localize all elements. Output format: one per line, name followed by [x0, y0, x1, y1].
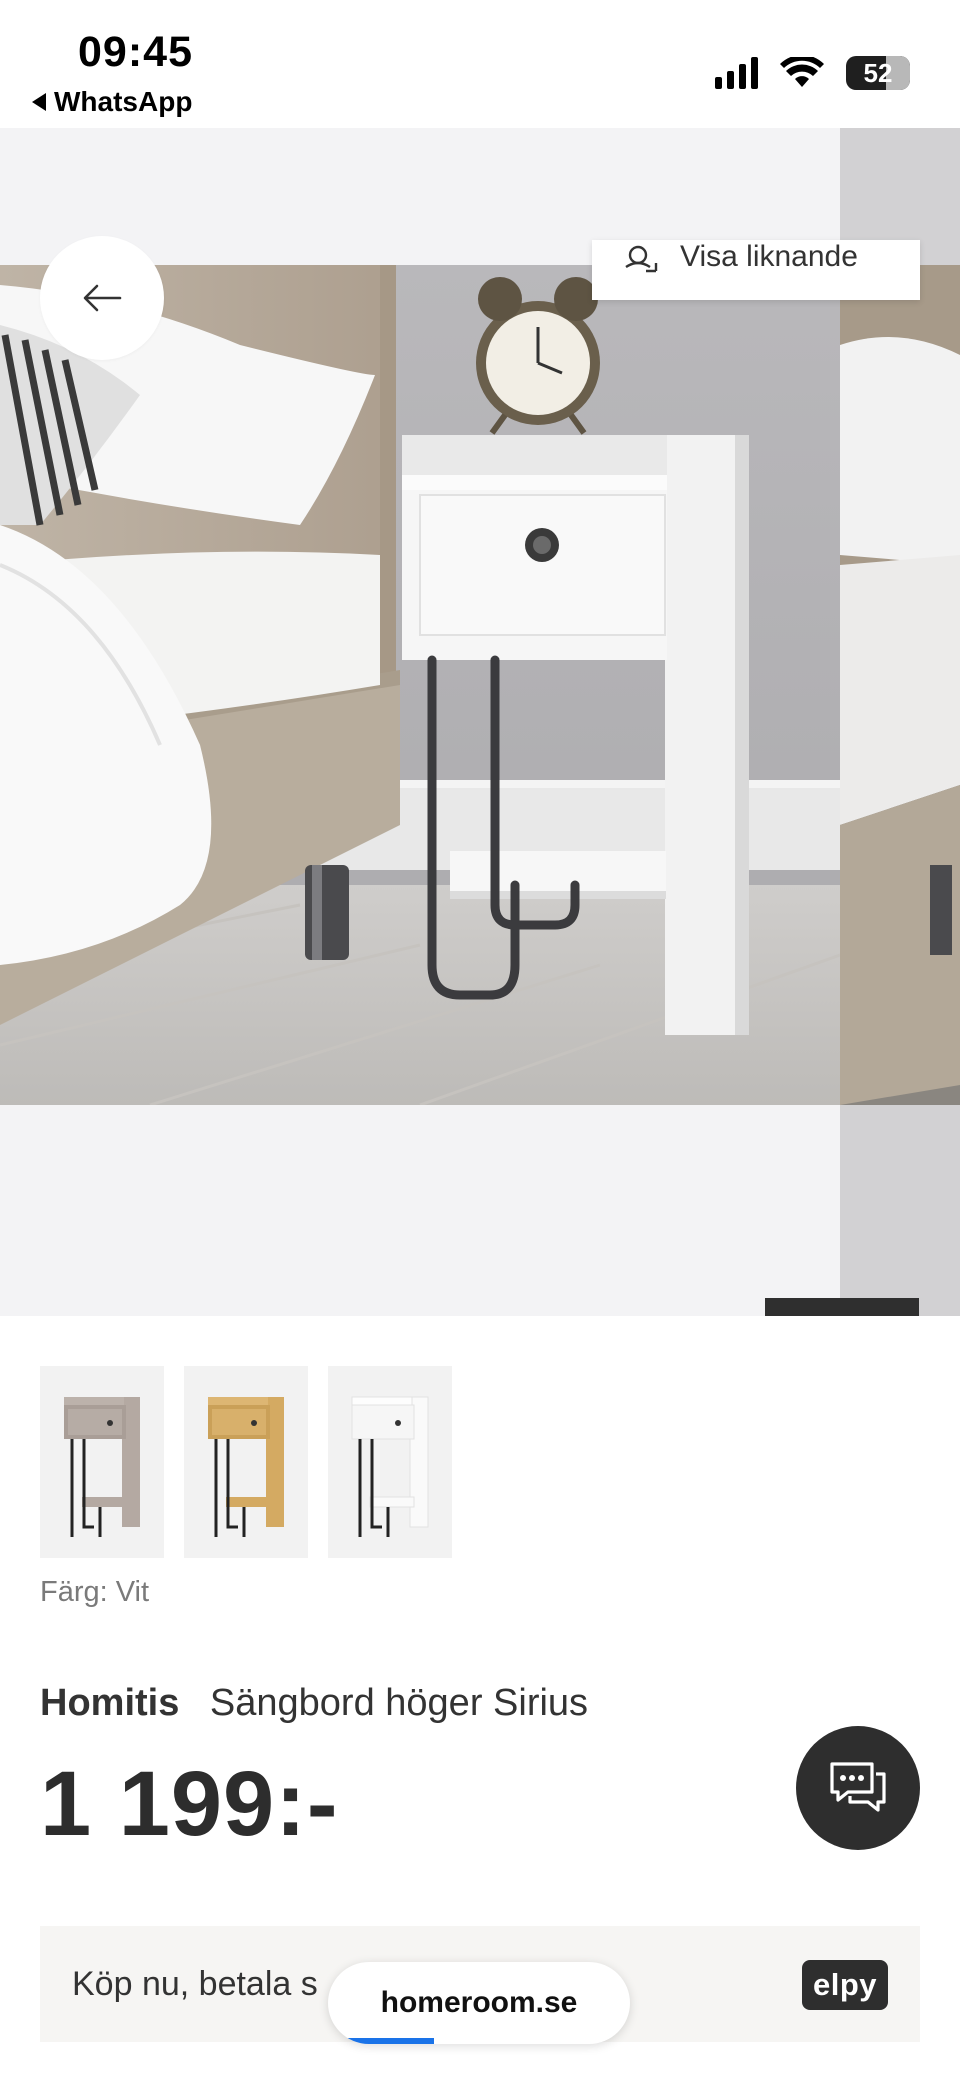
status-time: 09:45 [78, 28, 193, 76]
color-variants [40, 1366, 452, 1558]
url-text: homeroom.se [380, 1986, 578, 2019]
chat-button[interactable] [796, 1726, 920, 1850]
elpy-logo: elpy [802, 1960, 888, 2010]
visual-search-icon [625, 245, 658, 273]
nightstand-oak-image [208, 1397, 284, 1537]
battery-level: 52 [863, 57, 893, 88]
product-price: 1 199:- [40, 1753, 339, 1855]
back-triangle-icon [32, 93, 46, 111]
variant-thumb-oak[interactable] [184, 1366, 308, 1558]
product-name: Sängbord höger Sirius [209, 1682, 589, 1724]
cellular-signal-icon [715, 57, 758, 89]
browser-url-bar[interactable]: homeroom.se [328, 1962, 630, 2044]
arrow-left-icon [83, 284, 122, 312]
status-bar: 09:45 WhatsApp 52 [0, 0, 960, 128]
page-load-progress [328, 2038, 434, 2044]
image-gallery[interactable]: Visa liknande [0, 128, 960, 1316]
product-photo[interactable] [0, 265, 840, 1105]
back-to-app-link[interactable]: WhatsApp [32, 86, 192, 118]
wifi-icon [780, 57, 824, 87]
variant-thumb-white[interactable] [328, 1366, 452, 1558]
next-photo-preview [840, 265, 960, 1105]
status-indicators: 52 [715, 56, 910, 90]
back-button[interactable] [40, 236, 164, 360]
nightstand-white-image [351, 1396, 429, 1537]
back-app-label: WhatsApp [54, 86, 193, 117]
chat-bubbles-icon [830, 1762, 886, 1812]
product-photo-illustration [0, 265, 840, 1105]
product-brand[interactable]: Homitis [40, 1682, 179, 1724]
product-title: Homitis Sängbord höger Sirius [40, 1682, 588, 1725]
battery-icon: 52 [846, 56, 910, 90]
product-page: 09:45 WhatsApp 52 Visa liknande Färg: Vi… [0, 0, 960, 2079]
pay-later-text: Köp nu, betala s [72, 1964, 318, 2003]
find-similar-button[interactable]: Visa liknande [592, 240, 920, 300]
variant-thumb-taupe[interactable] [40, 1366, 164, 1558]
nightstand-taupe-image [64, 1397, 140, 1537]
selected-color-label: Färg: Vit [40, 1576, 150, 1608]
find-similar-label: Visa liknande [680, 240, 858, 273]
slide-counter: 5 / 12 [765, 1298, 919, 1316]
